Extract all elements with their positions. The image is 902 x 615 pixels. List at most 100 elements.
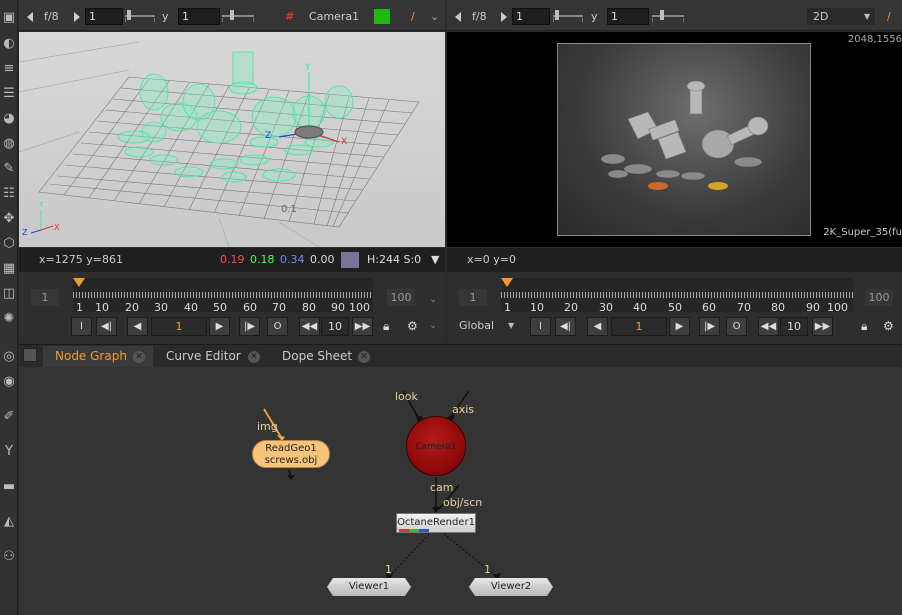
next-fstop-icon[interactable] — [501, 12, 507, 22]
step-forward-button[interactable]: ▶ — [669, 317, 690, 336]
color-icon[interactable]: ◕ — [1, 111, 17, 127]
timeline-end-frame[interactable]: 100 — [865, 289, 893, 306]
skip-back-button[interactable]: ◀◀ — [299, 317, 320, 336]
next-fstop-icon[interactable] — [74, 12, 80, 22]
filter-icon[interactable]: ◍ — [1, 136, 17, 152]
tab-node-graph[interactable]: Node Graph ✕ — [43, 346, 153, 367]
timeline-right: 1 1 10 20 30 40 50 60 70 80 90 100 100 — [447, 274, 902, 314]
svg-text:Z: Z — [22, 228, 28, 237]
out-point-button[interactable]: O — [726, 317, 747, 336]
fork-icon[interactable]: Y — [1, 444, 17, 460]
gamma-slider[interactable] — [222, 10, 254, 23]
gain-input[interactable]: 1 — [512, 8, 550, 25]
step-increment-input[interactable]: 10 — [321, 317, 349, 336]
viewport-3d[interactable]: Y X Z Y X Z 0.1 — [18, 32, 445, 248]
tab-curve-editor[interactable]: Curve Editor ✕ — [154, 346, 268, 367]
in-point-button[interactable]: I — [71, 317, 92, 336]
merge-icon[interactable]: ☷ — [1, 186, 17, 202]
camera-select[interactable]: Camera1 — [309, 8, 359, 25]
viewer-status-bar-2d: x=0 y=0 — [447, 248, 902, 272]
readgeo-node[interactable]: ReadGeo1 screws.obj — [252, 440, 330, 468]
deep-icon[interactable]: ◎ — [1, 349, 17, 365]
prev-fstop-icon[interactable] — [455, 12, 461, 22]
box-icon[interactable]: ▬ — [1, 479, 17, 495]
gamma-input[interactable]: 1 — [178, 8, 220, 25]
close-icon[interactable]: ✕ — [133, 351, 145, 363]
step-forward-button[interactable]: ▶ — [209, 317, 230, 336]
alpha-value: 0.00 — [310, 253, 335, 266]
playback-settings-icon[interactable]: ⚙ — [883, 319, 894, 333]
current-frame-input[interactable]: 1 — [151, 317, 207, 336]
skip-forward-button[interactable]: ▶▶ — [812, 317, 833, 336]
out-point-button[interactable]: O — [267, 317, 288, 336]
3d-icon[interactable]: ⬡ — [1, 236, 17, 252]
tab-dope-sheet[interactable]: Dope Sheet ✕ — [270, 346, 370, 367]
viewer1-node[interactable]: Viewer1 — [327, 578, 411, 596]
lock-icon[interactable]: 🔒︎ — [383, 319, 389, 334]
playback-settings-icon[interactable]: ⚙ — [407, 319, 418, 333]
playback-controls-left: I ◀| ◀ 1 ▶ |▶ O ◀◀ 10 ▶▶ 🔒︎ ⚙ ⌄ — [19, 314, 445, 340]
in-point-button[interactable]: I — [530, 317, 551, 336]
next-keyframe-button[interactable]: |▶ — [239, 317, 260, 336]
flame-icon[interactable]: ◭ — [1, 514, 17, 530]
close-icon[interactable]: ✕ — [358, 351, 370, 363]
transform-icon[interactable]: ✥ — [1, 211, 17, 227]
viewport-2d[interactable]: 2048,1556 2K_Super_35(fu — [447, 32, 902, 247]
panel-menu-icon[interactable] — [23, 348, 37, 362]
timeline-start-frame[interactable]: 1 — [459, 289, 487, 306]
screws-render-graphic — [600, 80, 769, 190]
timeline-menu-icon[interactable]: ⌄ — [429, 294, 437, 305]
eye-icon[interactable]: ◉ — [1, 374, 17, 390]
views-icon[interactable]: ▦ — [1, 261, 17, 277]
view-mode-dropdown-icon[interactable]: ▼ — [864, 8, 870, 25]
timeline-ruler[interactable]: 1 10 20 30 40 50 60 70 80 90 100 — [73, 278, 373, 314]
skip-forward-button[interactable]: ▶▶ — [352, 317, 373, 336]
brush-icon[interactable]: ✐ — [1, 409, 17, 425]
global-dropdown-icon[interactable]: ▼ — [508, 321, 514, 330]
gain-input[interactable]: 1 — [85, 8, 123, 25]
prev-keyframe-button[interactable]: ◀| — [555, 317, 576, 336]
global-select[interactable]: Global — [459, 319, 494, 332]
gamma-input[interactable]: 1 — [607, 8, 649, 25]
figure-icon[interactable]: ⚇ — [1, 549, 17, 565]
status-menu-icon[interactable]: ▼ — [431, 248, 439, 272]
timeline-ruler[interactable]: 1 10 20 30 40 50 60 70 80 90 100 — [501, 278, 853, 314]
prev-fstop-icon[interactable] — [27, 12, 33, 22]
camera-look-label: look — [395, 390, 418, 403]
image-icon[interactable]: ▣ — [1, 10, 17, 26]
timeline-start-frame[interactable]: 1 — [31, 289, 59, 306]
toolbar-menu-icon[interactable]: ⌄ — [430, 8, 439, 25]
playhead-icon[interactable] — [501, 278, 513, 287]
red-value: 0.19 — [220, 253, 245, 266]
prev-keyframe-button[interactable]: ◀| — [96, 317, 117, 336]
cube-icon[interactable]: ◫ — [1, 286, 17, 302]
grid-icon[interactable]: # — [285, 8, 294, 25]
step-back-button[interactable]: ◀ — [587, 317, 608, 336]
node-graph-canvas[interactable]: img ReadGeo1 screws.obj look axis Camera… — [19, 367, 902, 615]
keyer-icon[interactable]: ✎ — [1, 161, 17, 177]
lock-icon[interactable]: 🔒︎ — [861, 319, 867, 334]
timeline-end-frame[interactable]: 100 — [387, 289, 415, 306]
particles-icon[interactable]: ✺ — [1, 311, 17, 327]
camera-node[interactable]: Camera1 — [406, 416, 466, 476]
gain-slider[interactable] — [553, 10, 583, 23]
gain-slider[interactable] — [125, 10, 155, 23]
time-icon[interactable]: ≡ — [1, 61, 17, 77]
controls-menu-icon[interactable]: ⌄ — [429, 320, 437, 331]
green-value: 0.18 — [250, 253, 275, 266]
pick-color-icon[interactable]: / — [887, 8, 891, 25]
gamma-slider[interactable] — [652, 10, 684, 23]
camera-lock-icon[interactable] — [374, 9, 390, 24]
next-keyframe-button[interactable]: |▶ — [699, 317, 720, 336]
viewer-status-bar: x=1275 y=861 0.19 0.18 0.34 0.00 H:244 S… — [19, 248, 445, 272]
viewer2-node[interactable]: Viewer2 — [469, 578, 553, 596]
step-back-button[interactable]: ◀ — [127, 317, 148, 336]
close-icon[interactable]: ✕ — [248, 351, 260, 363]
draw-icon[interactable]: ◐ — [1, 36, 17, 52]
skip-back-button[interactable]: ◀◀ — [758, 317, 779, 336]
playhead-icon[interactable] — [73, 278, 85, 287]
step-increment-input[interactable]: 10 — [780, 317, 808, 336]
current-frame-input[interactable]: 1 — [611, 317, 667, 336]
pick-color-icon[interactable]: / — [411, 8, 415, 25]
channel-icon[interactable]: ☰ — [1, 86, 17, 102]
